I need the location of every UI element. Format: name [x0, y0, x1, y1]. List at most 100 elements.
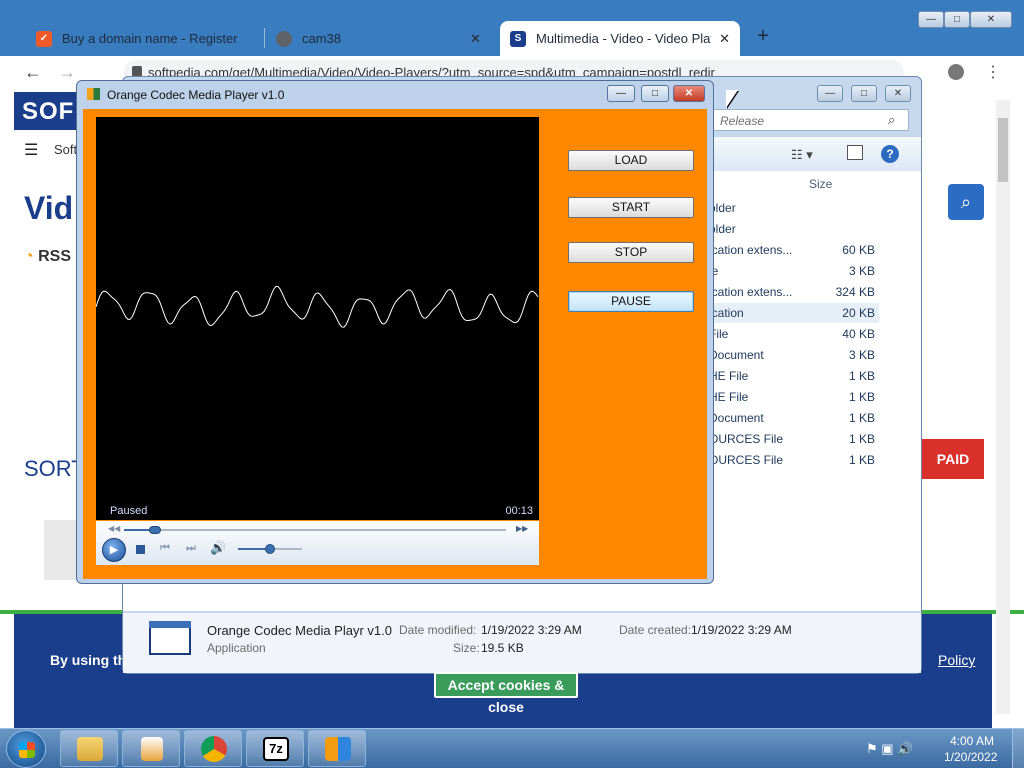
pause-button[interactable]: PAUSE	[568, 291, 694, 312]
file-type: OURCES File	[709, 453, 784, 467]
browser-scrollbar[interactable]	[996, 100, 1010, 714]
taskbar-explorer[interactable]	[60, 730, 118, 767]
mouse-cursor	[726, 90, 738, 108]
rss-icon: ◔	[24, 248, 39, 265]
table-row[interactable]: le 3 KB	[709, 261, 879, 281]
show-desktop-button[interactable]	[1012, 729, 1024, 768]
column-header-size[interactable]: Size	[809, 177, 832, 191]
close-tab-icon[interactable]: ✕	[719, 31, 730, 47]
taskbar-chrome[interactable]	[184, 730, 242, 767]
hamburger-menu-icon[interactable]: ☰	[24, 140, 38, 160]
domain-favicon-icon: ✓	[36, 30, 52, 47]
explorer-minimize-button[interactable]: —	[817, 85, 843, 102]
table-row[interactable]: OURCES File 1 KB	[709, 429, 879, 449]
volume-thumb[interactable]	[265, 544, 275, 554]
tab-cam38[interactable]: cam38 ✕	[266, 21, 498, 56]
menu-dots-icon[interactable]: ⋮	[985, 62, 1001, 82]
taskbar-media-player[interactable]	[122, 730, 180, 767]
back-arrow-icon[interactable]: ←	[24, 62, 42, 83]
details-pane: Orange Codec Media Playr v1.0 Applicatio…	[123, 613, 921, 673]
previous-icon[interactable]: ⏮	[160, 542, 170, 555]
search-icon[interactable]: ⌕	[888, 112, 895, 128]
profile-icon[interactable]	[948, 64, 964, 80]
new-tab-button[interactable]: +	[752, 25, 774, 47]
playback-status: Paused	[110, 505, 148, 517]
seek-back-icon[interactable]: ◀◀	[108, 524, 120, 533]
start-button[interactable]: START	[568, 197, 694, 218]
details-file-type: Application	[207, 641, 266, 655]
table-row[interactable]: HE File 1 KB	[709, 387, 879, 407]
table-row[interactable]: Document 3 KB	[709, 345, 879, 365]
page-title: Vid	[24, 190, 74, 226]
cookie-policy-link[interactable]: Policy	[938, 652, 975, 668]
file-type: Document	[709, 411, 764, 425]
player-close-button[interactable]: ✕	[673, 85, 705, 102]
explorer-close-button[interactable]: ✕	[885, 85, 911, 102]
accept-cookies-button[interactable]: Accept cookies & close	[434, 672, 578, 715]
browser-scrollbar-thumb[interactable]	[998, 118, 1008, 182]
table-row[interactable]: Document 1 KB	[709, 408, 879, 428]
search-button[interactable]: ⌕	[948, 184, 984, 220]
close-tab-icon[interactable]: ✕	[470, 31, 481, 47]
table-row[interactable]: ication 20 KB	[709, 303, 879, 323]
tab-domain[interactable]: ✓ Buy a domain name - Register ch	[26, 21, 266, 56]
taskbar-7zip[interactable]: 7z	[246, 730, 304, 767]
file-size: 1 KB	[848, 453, 875, 467]
file-type: OURCES File	[709, 432, 784, 446]
file-type: ication extens...	[709, 285, 793, 299]
preview-pane-icon[interactable]	[847, 145, 863, 160]
taskbar-orange-player[interactable]	[308, 730, 366, 767]
clock-date[interactable]: 1/20/2022	[944, 750, 997, 764]
minimize-button[interactable]: —	[918, 11, 944, 28]
paid-filter-button[interactable]: PAID	[922, 439, 984, 479]
maximize-button[interactable]: □	[944, 11, 970, 28]
explorer-search-input[interactable]: Release ⌕	[713, 109, 909, 131]
file-type: HE File	[709, 390, 749, 404]
file-type: le	[709, 264, 809, 278]
rss-link[interactable]: ◔ RSS	[24, 248, 71, 266]
application-icon-titlebar	[149, 621, 191, 628]
system-tray-icons[interactable]: ⚑ ▣ 🔊	[866, 741, 913, 757]
menu-text: Soft	[54, 142, 78, 157]
file-size: 1 KB	[848, 390, 875, 404]
windows-logo-icon	[19, 742, 35, 758]
search-placeholder: Release	[720, 114, 765, 128]
player-client-area: Paused 00:13 ◀◀ ▶▶ ▶ ⏮ ⏭ 🔊 LOAD START ST…	[83, 109, 707, 579]
close-button[interactable]: ✕	[970, 11, 1012, 28]
video-display[interactable]: Paused 00:13	[96, 117, 539, 520]
player-titlebar[interactable]: Orange Codec Media Player v1.0 — □ ✕	[77, 81, 713, 107]
tab-title: Multimedia - Video - Video Playe	[536, 31, 712, 46]
table-row[interactable]: File 40 KB	[709, 324, 879, 344]
player-maximize-button[interactable]: □	[641, 85, 669, 102]
forward-arrow-icon[interactable]: →	[58, 62, 76, 83]
seek-forward-icon[interactable]: ▶▶	[516, 524, 528, 533]
file-type: older	[709, 201, 736, 215]
stop-icon[interactable]	[136, 545, 145, 554]
view-options-icon[interactable]: ☷ ▾	[791, 147, 813, 163]
table-row[interactable]: older	[709, 198, 879, 218]
seek-bar[interactable]	[124, 529, 506, 531]
date-created-label: Date created:	[619, 623, 692, 637]
next-icon[interactable]: ⏭	[186, 542, 196, 555]
table-row[interactable]: ication extens... 324 KB	[709, 282, 879, 302]
file-type: ication	[709, 306, 744, 320]
tab-softpedia[interactable]: S Multimedia - Video - Video Playe ✕	[500, 21, 740, 56]
start-button[interactable]	[6, 730, 46, 768]
table-row[interactable]: older	[709, 219, 879, 239]
table-row[interactable]: OURCES File 1 KB	[709, 450, 879, 470]
table-row[interactable]: HE File 1 KB	[709, 366, 879, 386]
file-size: 3 KB	[848, 348, 875, 362]
clock-time[interactable]: 4:00 AM	[950, 734, 994, 748]
play-button[interactable]: ▶	[102, 538, 126, 562]
seek-thumb[interactable]	[148, 526, 161, 534]
7zip-icon: 7z	[263, 737, 289, 761]
volume-icon[interactable]: 🔊	[210, 540, 226, 556]
player-minimize-button[interactable]: —	[607, 85, 635, 102]
table-row[interactable]: ication extens... 60 KB	[709, 240, 879, 260]
load-button[interactable]: LOAD	[568, 150, 694, 171]
date-modified-value: 1/19/2022 3:29 AM	[481, 623, 582, 637]
stop-button[interactable]: STOP	[568, 242, 694, 263]
explorer-maximize-button[interactable]: □	[851, 85, 877, 102]
file-type: older	[709, 222, 736, 236]
help-icon[interactable]: ?	[881, 145, 899, 163]
